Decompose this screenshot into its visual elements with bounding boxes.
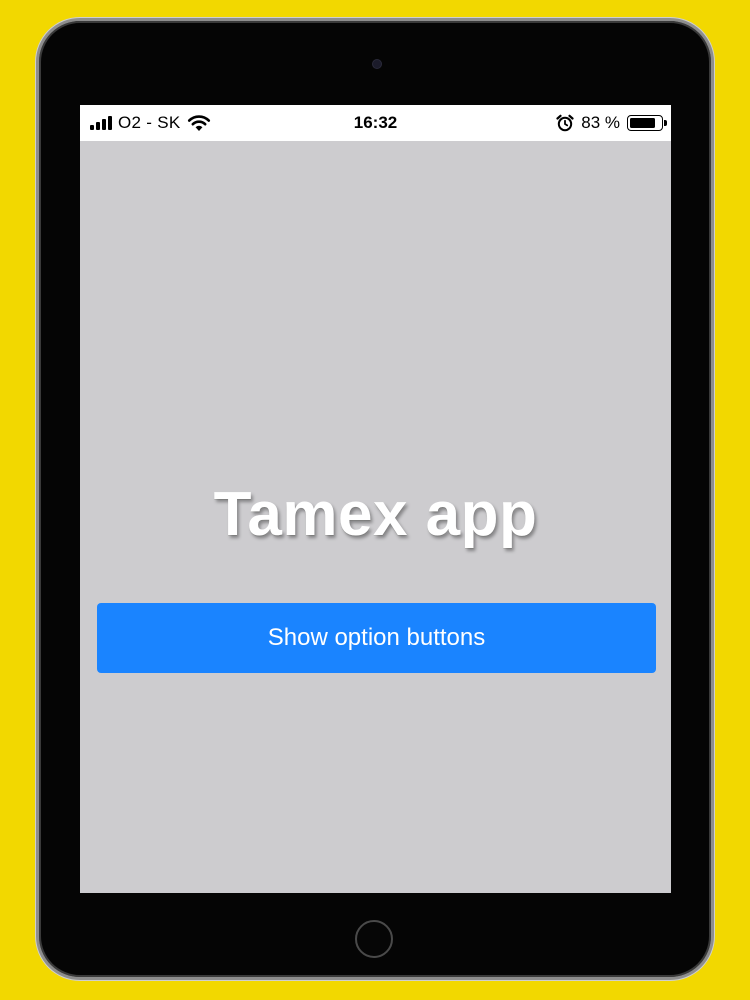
home-button[interactable] [355, 920, 393, 958]
battery-icon [627, 115, 667, 131]
app-title: Tamex app [213, 480, 538, 549]
battery-percentage: 83 % [581, 113, 620, 132]
status-bar-right: 83 % [556, 105, 667, 141]
alarm-icon [556, 114, 574, 132]
front-camera [372, 59, 382, 69]
app-screen: O2 - SK 16:32 83 % Tamex app Show option… [80, 105, 671, 893]
show-option-buttons-button[interactable]: Show option buttons [97, 603, 656, 673]
status-bar: O2 - SK 16:32 83 % [80, 105, 671, 141]
battery-fill [630, 118, 655, 128]
